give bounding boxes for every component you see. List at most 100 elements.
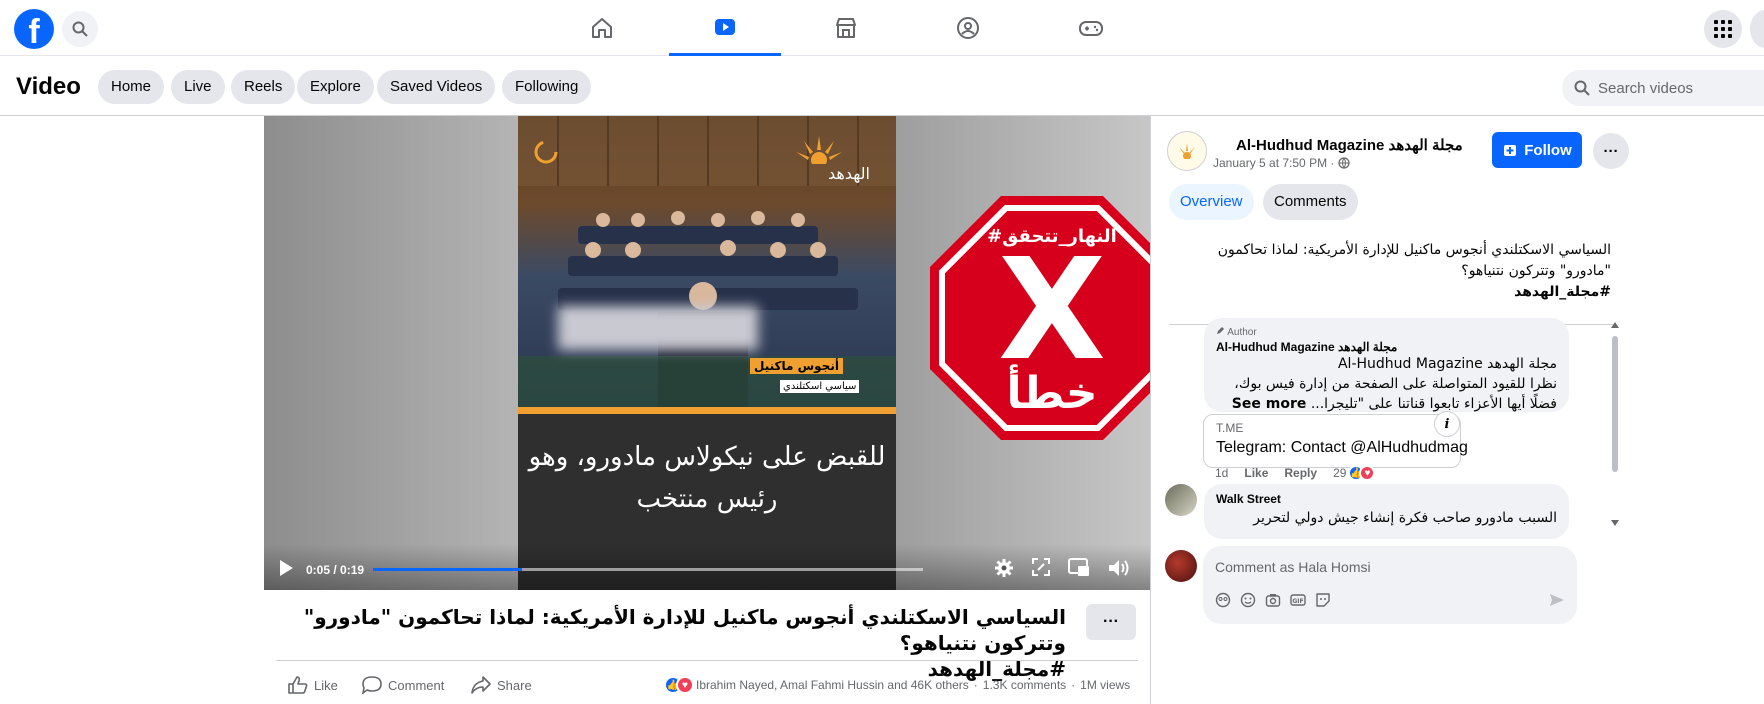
my-avatar[interactable] [1165, 550, 1197, 582]
comment-like-button[interactable]: Like [1244, 466, 1268, 480]
brand-name: الهدهد [828, 164, 870, 183]
commenter-name[interactable]: Al-Hudhud Magazine مجلة الهدهد [1216, 340, 1557, 354]
globe-icon [1338, 157, 1350, 169]
thumbs-up-icon [288, 676, 308, 694]
subtitle-line: رئيس منتخب [636, 484, 778, 514]
post-title: السياسي الاسكتلندي أنجوس ماكنيل للإدارة … [276, 604, 1066, 682]
brand-sun-logo [796, 136, 842, 164]
comment-line: فضلًا أيها الأعزاء تابعوا قناتنا على "تل… [1231, 396, 1557, 412]
comment-composer[interactable]: GIF [1203, 546, 1577, 624]
gif-icon[interactable]: GIF [1290, 592, 1306, 608]
panel-more-button[interactable]: ··· [1593, 133, 1629, 169]
views-count: 1M views [1080, 678, 1131, 692]
progress-bar[interactable] [373, 568, 923, 571]
comment-age[interactable]: 1d [1215, 466, 1228, 480]
divider [276, 660, 1138, 661]
picture-in-picture-icon[interactable] [1068, 558, 1090, 578]
emoji-icon[interactable] [1240, 592, 1256, 608]
share-label: Share [497, 677, 532, 693]
comment-button[interactable]: Comment [362, 676, 444, 694]
sticker-icon[interactable] [1315, 592, 1331, 608]
like-button[interactable]: Like [288, 676, 338, 694]
author-badge: Author [1216, 326, 1557, 338]
post-timestamp[interactable]: January 5 at 7:50 PM · [1213, 156, 1350, 170]
comment-icon [362, 676, 382, 694]
see-more-link[interactable]: See more [1232, 396, 1307, 412]
account-menu-button[interactable] [1750, 10, 1764, 48]
post-description-text: السياسي الاسكتلندي أنجوس ماكنيل للإدارة … [1217, 242, 1611, 279]
stamp-word: خطأ [1006, 364, 1097, 419]
comment-line: نظرا للقيود المتواصلة على الصفحة من إدار… [1234, 376, 1557, 392]
post-description: السياسي الاسكتلندي أنجوس ماكنيل للإدارة … [1171, 240, 1611, 303]
tab-home[interactable]: Home [98, 70, 165, 104]
comments-count[interactable]: 1.3K comments [983, 678, 1066, 692]
scrollbar-thumb[interactable] [1612, 336, 1618, 472]
marketplace-icon[interactable] [790, 0, 902, 56]
comment-input[interactable] [1215, 556, 1555, 578]
scroll-down-icon [1611, 520, 1619, 526]
svg-text:GIF: GIF [1292, 598, 1303, 605]
page-avatar[interactable] [1167, 131, 1207, 171]
love-reaction-icon: ♥ [1359, 465, 1376, 481]
commenter-avatar[interactable] [1165, 484, 1197, 516]
share-button[interactable]: Share [471, 676, 532, 694]
caption-divider [518, 407, 896, 414]
post-more-button[interactable]: ··· [1086, 604, 1136, 640]
send-icon[interactable] [1549, 592, 1565, 608]
play-icon[interactable] [278, 559, 294, 577]
home-icon[interactable] [546, 0, 658, 56]
post-side-panel: Al-Hudhud Magazine مجلة الهدهد January 5… [1150, 116, 1764, 704]
link-title: Telegram: Contact @AlHudhudmag [1216, 439, 1468, 456]
tab-following[interactable]: Following [502, 70, 592, 104]
page-name[interactable]: Al-Hudhud Magazine مجلة الهدهد [1236, 136, 1463, 154]
apps-grid-icon[interactable] [1704, 10, 1742, 48]
video-blur-left [264, 116, 518, 590]
reactions-text[interactable]: Ibrahim Nayed, Amal Fahmi Hussin and 46K… [696, 678, 969, 692]
post-title-text: السياسي الاسكتلندي أنجوس ماكنيل للإدارة … [303, 605, 1066, 655]
follow-button[interactable]: Follow [1492, 132, 1582, 168]
commenter-name[interactable]: Walk Street [1216, 492, 1557, 506]
comment-reaction-count[interactable]: 29 [1333, 466, 1346, 480]
progress-fill [373, 568, 522, 571]
video-controls: 0:05 / 0:19 [264, 544, 1150, 590]
blurred-caption [558, 306, 758, 350]
info-icon[interactable]: i [1434, 411, 1460, 437]
link-domain: T.ME [1216, 421, 1244, 435]
video-subtitles: للقبض على نيكولاس مادورو، وهو رئيس منتخب [518, 436, 896, 520]
comment-label: Comment [388, 677, 445, 693]
share-icon [471, 676, 491, 694]
page-title: Video [16, 73, 81, 100]
avatar-sticker-icon[interactable] [1215, 592, 1231, 608]
camera-icon[interactable] [1265, 592, 1281, 608]
comment-actions: 1d Like Reply 29 👍 ♥ [1215, 465, 1391, 481]
follow-icon [1504, 145, 1517, 156]
comment-text: السبب مادورو صاحب فكرة إنشاء جيش دولي لت… [1253, 510, 1557, 526]
time-readout: 0:05 / 0:19 [306, 563, 365, 577]
video-icon[interactable] [669, 0, 781, 56]
telegram-link-preview[interactable]: T.ME Telegram: Contact @AlHudhudmag i [1203, 411, 1468, 468]
video-player[interactable]: الهدهد أنجوس ماكنيل سياسي اسكتلندي للقبض… [264, 116, 1150, 590]
speaker-role-caption: سياسي اسكتلندي [780, 380, 860, 393]
tab-explore[interactable]: Explore [297, 70, 374, 104]
facebook-logo[interactable]: f [14, 9, 54, 49]
tab-comments[interactable]: Comments [1263, 184, 1358, 220]
comment-reply-button[interactable]: Reply [1284, 466, 1317, 480]
comment-bubble: Author Al-Hudhud Magazine مجلة الهدهد مج… [1204, 318, 1569, 412]
reaction-summary[interactable]: 👍 ♥ Ibrahim Nayed, Amal Fahmi Hussin and… [664, 676, 1130, 694]
scroll-up-icon [1611, 322, 1619, 328]
gaming-icon[interactable] [1035, 0, 1147, 56]
tab-overview[interactable]: Overview [1169, 184, 1254, 220]
post-description-hashtag[interactable]: #مجلة_الهدهد [1171, 282, 1611, 303]
comments-scrollbar[interactable] [1611, 322, 1619, 554]
tab-saved-videos[interactable]: Saved Videos [377, 70, 496, 104]
video-frame[interactable]: الهدهد أنجوس ماكنيل سياسي اسكتلندي للقبض… [518, 116, 896, 590]
search-icon[interactable] [62, 11, 98, 47]
love-reaction-icon: ♥ [676, 676, 694, 694]
tab-reels[interactable]: Reels [231, 70, 296, 104]
fullscreen-icon[interactable] [1032, 558, 1050, 576]
video-search-input[interactable]: Search videos [1562, 70, 1764, 106]
tab-live[interactable]: Live [171, 70, 225, 104]
volume-icon[interactable] [1108, 558, 1130, 578]
settings-gear-icon[interactable] [994, 558, 1014, 578]
groups-icon[interactable] [912, 0, 1024, 56]
